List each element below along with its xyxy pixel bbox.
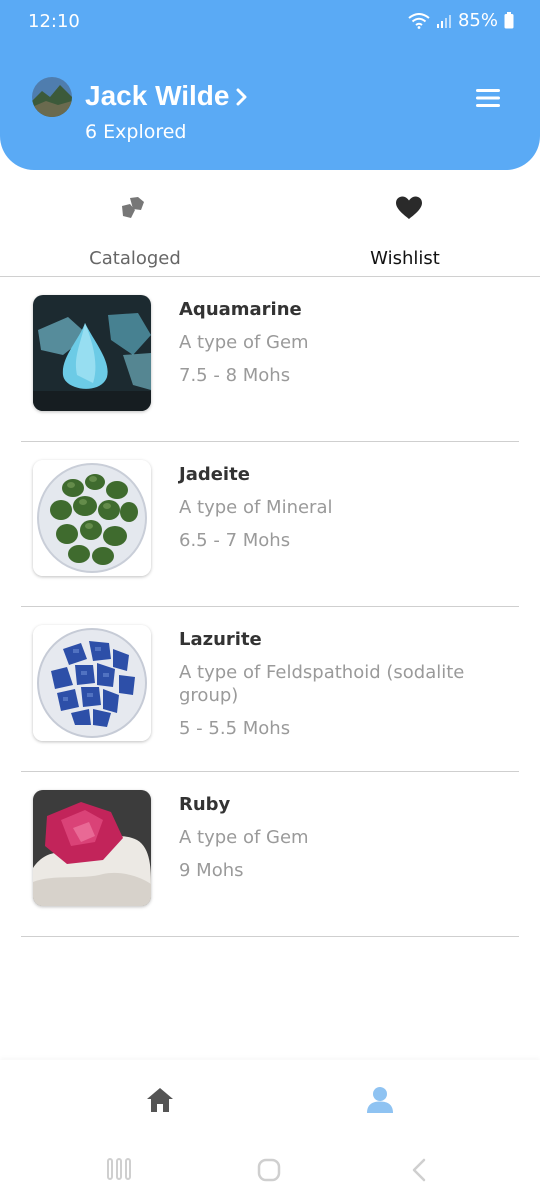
- list-item[interactable]: Jadeite A type of Mineral 6.5 - 7 Mohs: [0, 442, 540, 607]
- chevron-right-icon[interactable]: [236, 88, 248, 106]
- item-type: A type of Gem: [179, 332, 309, 353]
- item-hardness: 7.5 - 8 Mohs: [179, 365, 291, 386]
- system-navigation: [0, 1140, 540, 1200]
- tab-bar: Cataloged Wishlist: [0, 170, 540, 277]
- item-name: Aquamarine: [179, 299, 302, 320]
- list-item[interactable]: Aquamarine A type of Gem 7.5 - 8 Mohs: [0, 277, 540, 442]
- status-bar: 12:10 85%: [0, 0, 540, 44]
- user-name[interactable]: Jack Wilde: [85, 80, 229, 112]
- battery-icon: [504, 12, 514, 29]
- menu-icon[interactable]: [474, 88, 502, 108]
- tab-wishlist-label: Wishlist: [370, 248, 440, 269]
- profile-icon[interactable]: [366, 1086, 394, 1114]
- avatar[interactable]: [32, 77, 72, 117]
- tab-cataloged-label: Cataloged: [89, 248, 181, 269]
- tab-wishlist[interactable]: Wishlist: [270, 170, 540, 276]
- aquamarine-image: [33, 295, 151, 411]
- jadeite-image: [33, 460, 151, 576]
- profile-header: 12:10 85% Jack Wilde 6 Explored: [0, 0, 540, 170]
- ruby-image: [33, 790, 151, 906]
- signal-icon: [436, 14, 451, 28]
- item-name: Ruby: [179, 794, 231, 815]
- bottom-navigation: [0, 1060, 540, 1140]
- explored-count: 6 Explored: [85, 121, 187, 143]
- stones-icon: [122, 197, 144, 218]
- wishlist-list: Aquamarine A type of Gem 7.5 - 8 Mohs Ja…: [0, 277, 540, 937]
- battery-text: 85%: [457, 10, 498, 31]
- item-type: A type of Mineral: [179, 497, 333, 518]
- home-system-icon[interactable]: [257, 1158, 281, 1182]
- home-icon[interactable]: [145, 1086, 175, 1114]
- item-hardness: 5 - 5.5 Mohs: [179, 718, 291, 739]
- tab-cataloged[interactable]: Cataloged: [0, 170, 270, 276]
- item-hardness: 6.5 - 7 Mohs: [179, 530, 291, 551]
- lazurite-image: [33, 625, 151, 741]
- list-item[interactable]: Ruby A type of Gem 9 Mohs: [0, 772, 540, 937]
- item-type: A type of Feldspathoid (sodalite group): [179, 662, 465, 706]
- list-item[interactable]: Lazurite A type of Feldspathoid (sodalit…: [0, 607, 540, 772]
- status-time: 12:10: [28, 11, 80, 32]
- item-type: A type of Gem: [179, 827, 309, 848]
- recent-apps-icon[interactable]: [107, 1158, 131, 1180]
- status-indicators: 85%: [408, 10, 514, 31]
- divider: [21, 936, 519, 937]
- back-icon[interactable]: [411, 1158, 427, 1182]
- item-hardness: 9 Mohs: [179, 860, 244, 881]
- item-name: Jadeite: [179, 464, 250, 485]
- heart-icon: [396, 196, 422, 219]
- wifi-icon: [408, 12, 430, 29]
- item-name: Lazurite: [179, 629, 262, 650]
